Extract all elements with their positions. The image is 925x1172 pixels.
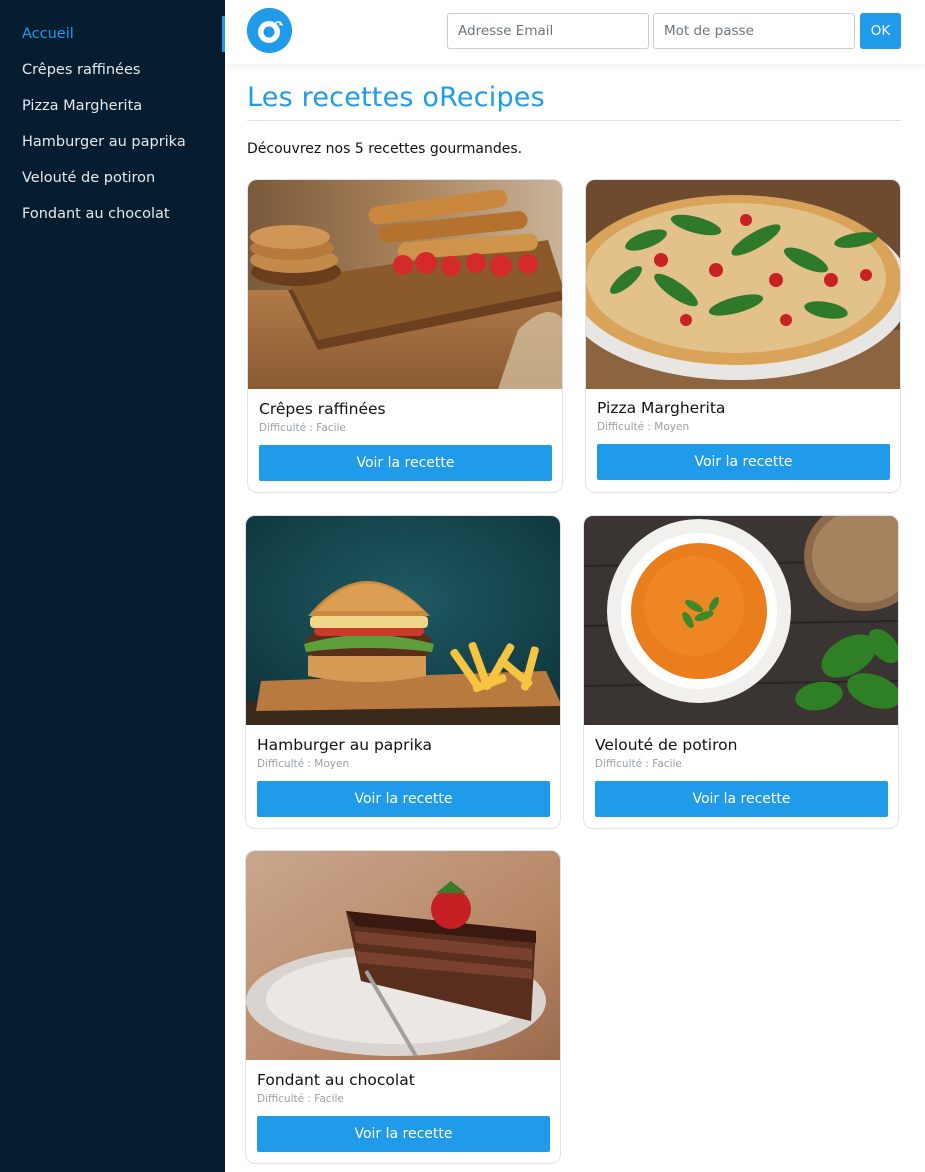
cake-photo[interactable] [246, 851, 560, 1060]
sidebar-item-accueil[interactable]: Accueil [0, 16, 225, 52]
email-input[interactable] [447, 13, 649, 49]
page-title: Les recettes oRecipes [247, 82, 545, 113]
recipe-card: Hamburger au paprika Difficulté : Moyen … [245, 515, 561, 829]
recipe-name: Pizza Margherita [597, 399, 726, 417]
recipe-difficulty: Difficulté : Facile [259, 422, 346, 434]
view-recipe-button[interactable]: Voir la recette [597, 444, 890, 480]
orecipes-logo-icon[interactable] [247, 8, 292, 53]
recipe-difficulty: Difficulté : Facile [257, 1093, 344, 1105]
recipe-card: Velouté de potiron Difficulté : Facile V… [583, 515, 899, 829]
recipe-card: Pizza Margherita Difficulté : Moyen Voir… [585, 179, 901, 493]
sidebar-nav: Accueil Crêpes raffinées Pizza Margherit… [0, 0, 225, 232]
burger-photo[interactable] [246, 516, 560, 725]
recipe-name: Fondant au chocolat [257, 1071, 415, 1089]
sidebar-item-veloute[interactable]: Velouté de potiron [0, 160, 225, 196]
sidebar: Accueil Crêpes raffinées Pizza Margherit… [0, 0, 225, 1172]
recipe-name: Velouté de potiron [595, 736, 738, 754]
sidebar-item-fondant[interactable]: Fondant au chocolat [0, 196, 225, 232]
crepes-photo[interactable] [248, 180, 562, 389]
soup-photo[interactable] [584, 516, 898, 725]
top-header: OK [225, 0, 925, 64]
title-divider [247, 120, 901, 121]
sidebar-item-hamburger[interactable]: Hamburger au paprika [0, 124, 225, 160]
recipe-card: Crêpes raffinées Difficulté : Facile Voi… [247, 179, 563, 493]
sidebar-item-crepes[interactable]: Crêpes raffinées [0, 52, 225, 88]
recipe-difficulty: Difficulté : Moyen [257, 758, 350, 770]
view-recipe-button[interactable]: Voir la recette [257, 781, 550, 817]
recipe-name: Crêpes raffinées [259, 400, 386, 418]
recipe-name: Hamburger au paprika [257, 736, 432, 754]
password-input[interactable] [653, 13, 855, 49]
intro-text: Découvrez nos 5 recettes gourmandes. [247, 141, 523, 157]
view-recipe-button[interactable]: Voir la recette [257, 1116, 550, 1152]
login-ok-button[interactable]: OK [860, 13, 901, 49]
sidebar-item-pizza[interactable]: Pizza Margherita [0, 88, 225, 124]
recipe-card: Fondant au chocolat Difficulté : Facile … [245, 850, 561, 1164]
recipe-difficulty: Difficulté : Facile [595, 758, 682, 770]
recipe-difficulty: Difficulté : Moyen [597, 421, 690, 433]
view-recipe-button[interactable]: Voir la recette [259, 445, 552, 481]
pizza-photo[interactable] [586, 180, 900, 389]
view-recipe-button[interactable]: Voir la recette [595, 781, 888, 817]
